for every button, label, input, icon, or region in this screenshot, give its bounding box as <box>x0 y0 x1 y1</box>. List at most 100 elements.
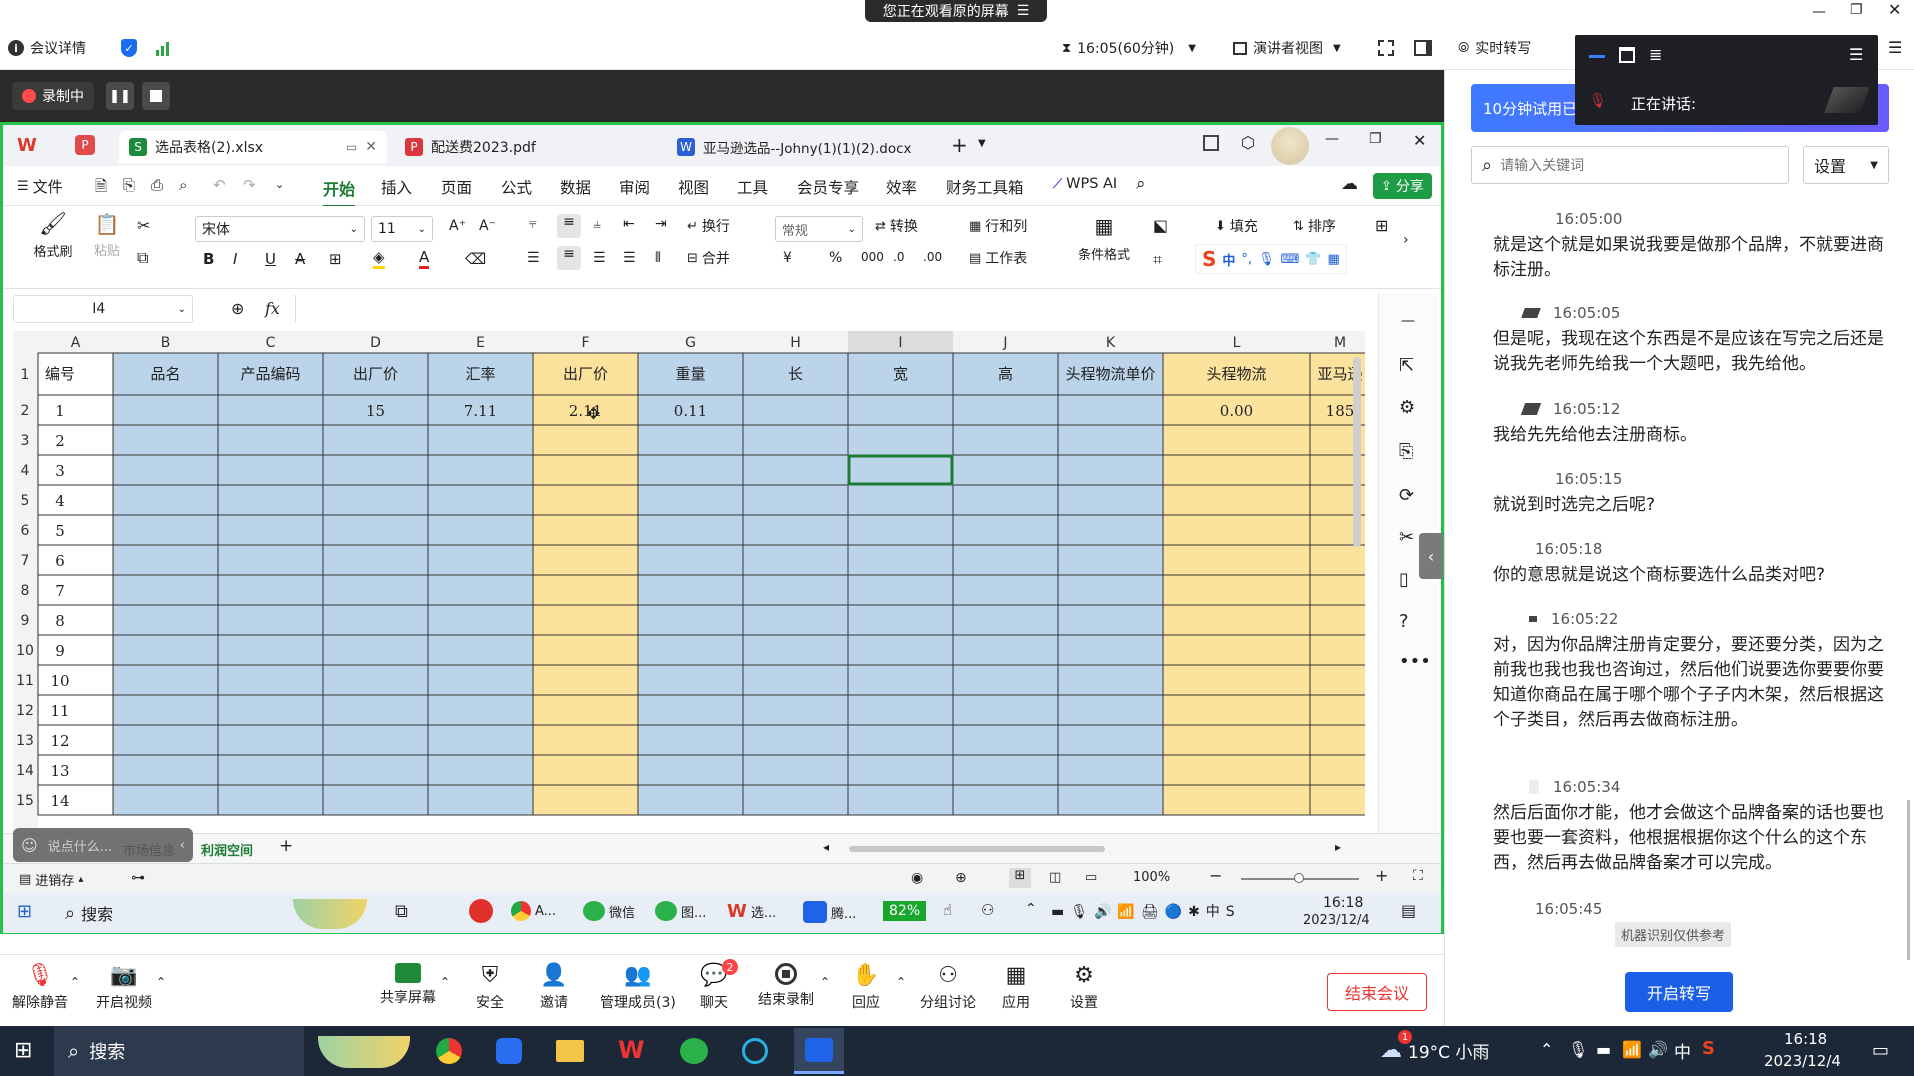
mic-icon[interactable]: 🎙 <box>1568 1040 1588 1059</box>
menu-efficiency[interactable]: 效率 <box>886 176 917 198</box>
redo-icon[interactable]: ↷ <box>243 176 256 194</box>
cell[interactable] <box>637 574 744 606</box>
decimal-decrease-icon[interactable]: .00 <box>923 250 942 264</box>
cell[interactable] <box>1162 484 1311 516</box>
cell[interactable] <box>952 784 1059 816</box>
cell[interactable] <box>637 544 744 576</box>
signal-icon[interactable] <box>155 40 173 56</box>
cell[interactable] <box>637 694 744 726</box>
cell[interactable] <box>217 424 324 456</box>
cell[interactable] <box>742 784 849 816</box>
cell[interactable] <box>742 514 849 546</box>
cell[interactable] <box>37 394 114 426</box>
align-left-icon[interactable]: ☰ <box>527 250 540 266</box>
screen-share-banner[interactable]: 您正在观看原的屏幕 ☰ <box>865 0 1047 22</box>
cell[interactable] <box>217 514 324 546</box>
taskbar-search[interactable]: ⌕ 搜索 <box>54 1026 304 1076</box>
cell[interactable] <box>322 514 429 546</box>
cell[interactable] <box>637 784 744 816</box>
window-icon[interactable] <box>1619 47 1635 63</box>
cell[interactable] <box>532 664 639 696</box>
cell[interactable] <box>1162 754 1311 786</box>
wps-icon[interactable]: W <box>618 1036 644 1064</box>
transcript-search[interactable]: ⌕ <box>1471 146 1789 184</box>
menu-finance[interactable]: 财务工具箱 <box>946 176 1024 198</box>
cell[interactable] <box>847 424 954 456</box>
copy-icon[interactable]: ⧉ <box>137 248 148 268</box>
underline-icon[interactable]: U <box>265 250 276 268</box>
battery-icon[interactable]: ▬ <box>1596 1040 1611 1059</box>
cell[interactable] <box>427 544 534 576</box>
windows-start-icon[interactable]: ⊞ <box>17 901 32 922</box>
wifi-icon[interactable]: 📶 <box>1622 1040 1642 1059</box>
meeting-info-button[interactable]: i 会议详情 <box>8 38 86 58</box>
cell[interactable] <box>952 604 1059 636</box>
search-icon[interactable]: ⌕ <box>1136 174 1146 194</box>
indent-decrease-icon[interactable]: ⇤ <box>623 216 635 232</box>
zoom-out-icon[interactable]: − <box>1209 866 1222 885</box>
print-icon[interactable]: ⎙ <box>151 176 163 194</box>
cut-icon[interactable]: ✂ <box>137 216 150 235</box>
taskbar-app-tencent[interactable]: 腾... <box>803 901 856 923</box>
file-tab-pdf[interactable]: P 配送费2023.pdf <box>395 131 655 163</box>
realtime-transcribe-tab[interactable]: ⦾ 实时转写 <box>1458 38 1531 58</box>
inventory-button[interactable]: ▤ 进销存 ▴ <box>19 870 83 889</box>
cell[interactable] <box>1162 604 1311 636</box>
cell[interactable] <box>217 604 324 636</box>
cell[interactable] <box>427 784 534 816</box>
cell[interactable] <box>1057 784 1164 816</box>
vertical-scrollbar[interactable] <box>1353 357 1361 547</box>
cell[interactable] <box>532 604 639 636</box>
align-right-icon[interactable]: ☰ <box>593 250 606 266</box>
cell[interactable] <box>427 514 534 546</box>
shield-check-icon[interactable]: ✓ <box>121 39 137 57</box>
tray-chevron-icon[interactable]: ⌃ <box>1025 901 1037 917</box>
recording-indicator[interactable]: 录制中 <box>12 82 94 110</box>
cell[interactable] <box>1057 634 1164 666</box>
cell[interactable] <box>1162 694 1311 726</box>
eye-icon[interactable]: ◉ <box>911 870 923 886</box>
cell[interactable] <box>1309 724 1365 756</box>
restore-icon[interactable]: ❐ <box>1369 131 1382 147</box>
tencent-meeting-taskbar[interactable] <box>794 1028 844 1074</box>
cell[interactable] <box>532 514 639 546</box>
book-icon[interactable]: ▯ <box>1399 569 1409 590</box>
cell[interactable] <box>1309 574 1365 606</box>
align-top-icon[interactable]: ⫧ <box>529 216 537 232</box>
cell[interactable] <box>1309 664 1365 696</box>
scroll-handle[interactable] <box>1907 800 1910 960</box>
font-grow-icon[interactable]: A⁺ <box>449 218 466 234</box>
taskbar-app-wps[interactable]: W 选... <box>727 901 776 922</box>
font-shrink-icon[interactable]: A⁻ <box>479 218 496 234</box>
cell[interactable] <box>322 694 429 726</box>
cell[interactable] <box>1057 724 1164 756</box>
fill-button[interactable]: ⬇ 填充 <box>1215 216 1258 236</box>
clock-date[interactable]: 2023/12/4 <box>1764 1052 1841 1070</box>
cube-icon[interactable]: ⬡ <box>1241 133 1255 152</box>
cell[interactable] <box>1057 604 1164 636</box>
cell[interactable] <box>742 634 849 666</box>
undo-icon[interactable]: ↶ <box>213 176 226 194</box>
menu-page[interactable]: 页面 <box>441 176 472 198</box>
strikethrough-icon[interactable]: A <box>295 250 305 268</box>
merge-button[interactable]: ⊟ 合并 <box>687 248 730 268</box>
menu-tools[interactable]: 工具 <box>737 176 768 198</box>
pdf-quick-icon[interactable]: P <box>75 135 95 155</box>
cell[interactable] <box>37 724 114 756</box>
cell[interactable] <box>1057 424 1164 456</box>
menu-review[interactable]: 审阅 <box>619 176 650 198</box>
cell[interactable] <box>847 484 954 516</box>
paste-button[interactable]: 📋 粘贴 <box>85 212 129 259</box>
apps-button[interactable]: ▦ 应用 <box>1002 963 1030 1012</box>
cell[interactable] <box>1309 634 1365 666</box>
chevron-right-icon[interactable]: › <box>1403 232 1409 248</box>
windows-start-icon[interactable]: ⊞ <box>14 1038 32 1063</box>
font-color-icon[interactable]: A <box>419 248 430 269</box>
cell[interactable] <box>217 634 324 666</box>
share-doc-icon[interactable]: ⎘ <box>1399 441 1413 462</box>
cell[interactable] <box>217 694 324 726</box>
chevron-up-icon[interactable]: ⌃ <box>820 975 830 989</box>
cell[interactable] <box>637 634 744 666</box>
cell[interactable] <box>37 784 114 816</box>
cell[interactable] <box>637 664 744 696</box>
